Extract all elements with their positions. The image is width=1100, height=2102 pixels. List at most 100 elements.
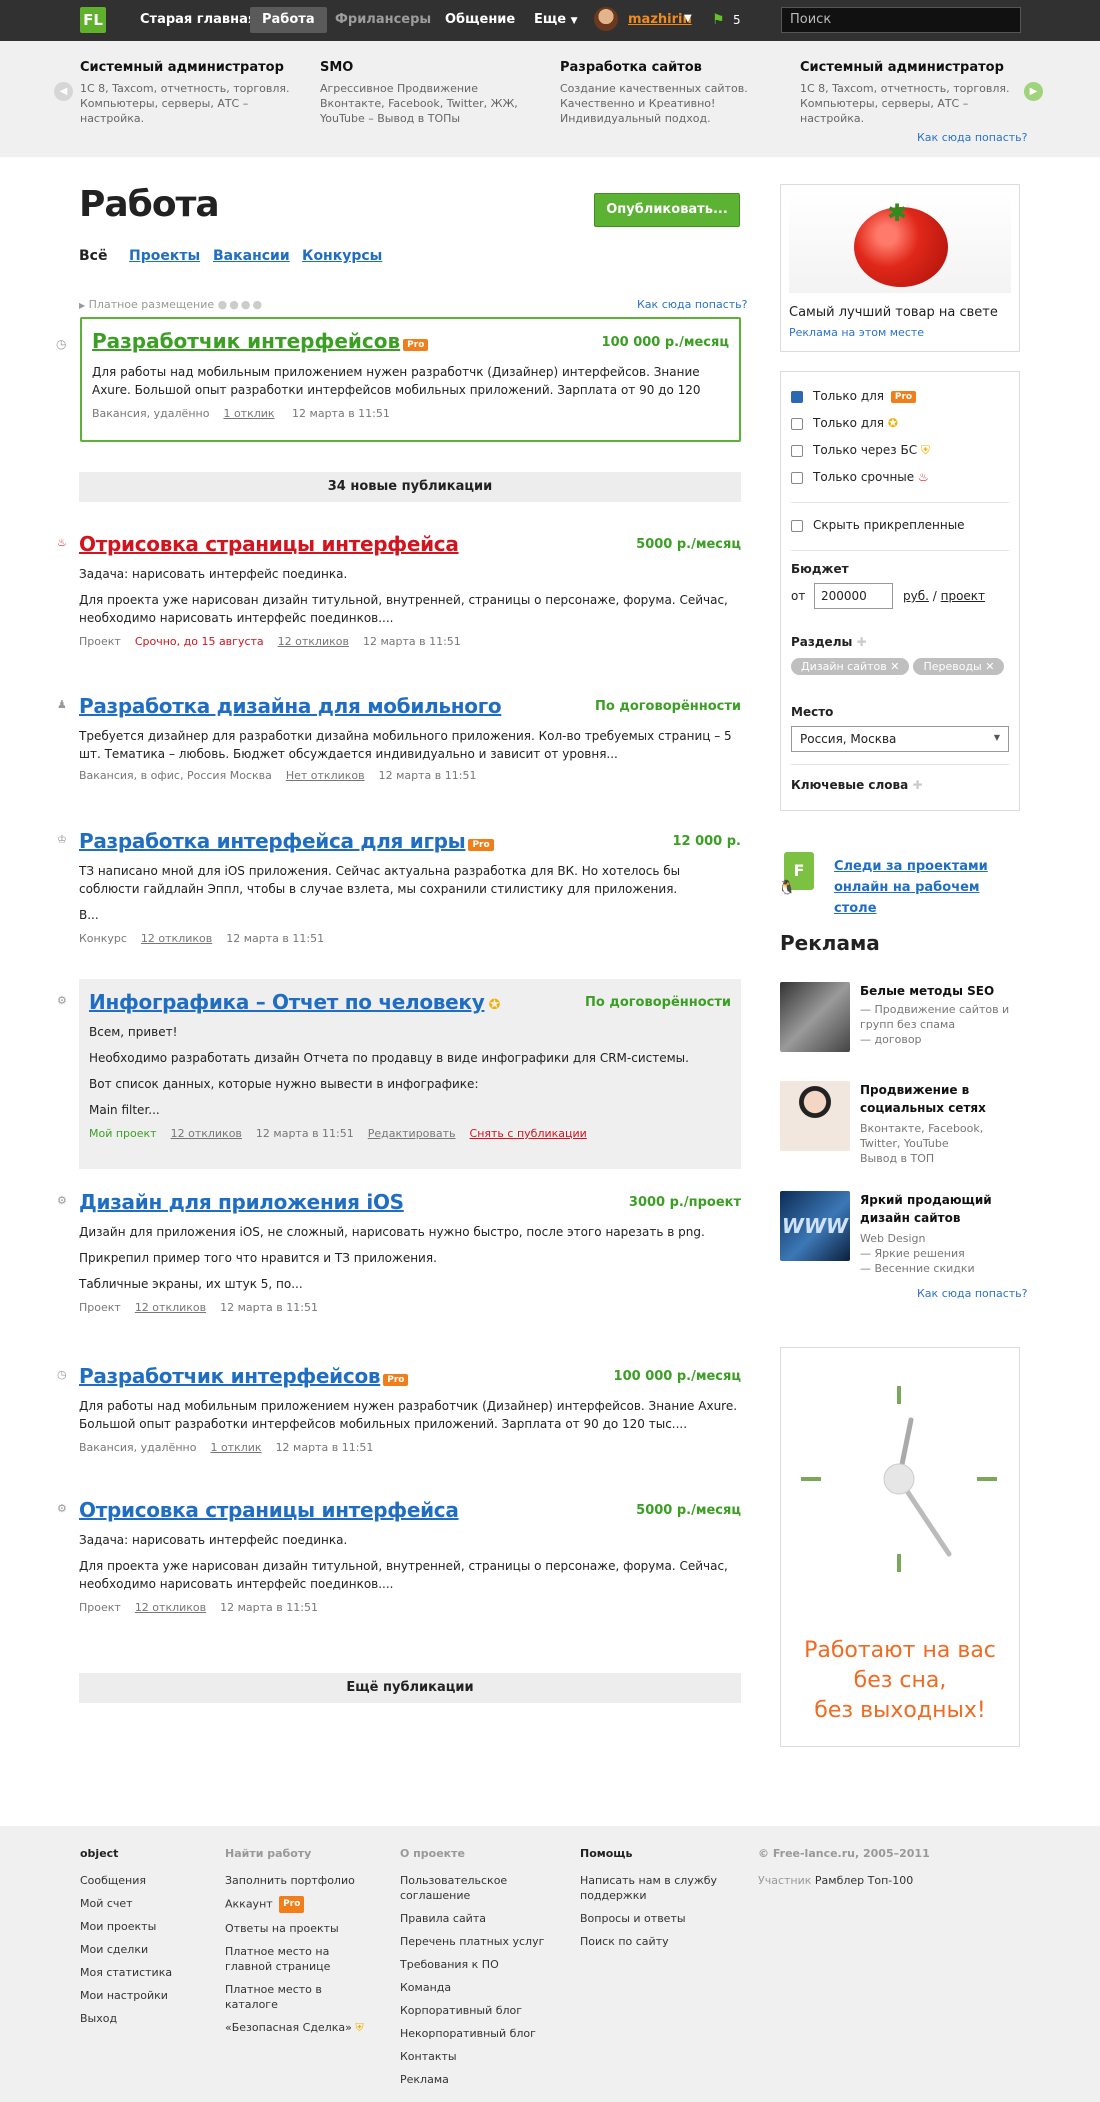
- ads-how-link[interactable]: Как сюда попасть?: [917, 1287, 1027, 1300]
- flag-icon[interactable]: ⚑: [712, 12, 725, 28]
- footer-link[interactable]: Пользовательское соглашение: [400, 1873, 560, 1903]
- job-date: 12 марта в 11:51: [275, 1441, 374, 1454]
- responses-link[interactable]: 1 отклик: [210, 1441, 261, 1454]
- footer-link[interactable]: Мои настройки: [80, 1988, 210, 2003]
- arrow-right-icon[interactable]: ▶: [1024, 82, 1043, 101]
- plus-icon[interactable]: ✚: [912, 778, 922, 792]
- footer-link[interactable]: Вопросы и ответы: [580, 1911, 730, 1926]
- filter-hide-pinned[interactable]: Скрыть прикрепленные: [791, 518, 965, 532]
- responses-link[interactable]: 12 откликов: [171, 1127, 242, 1140]
- footer-link[interactable]: Написать нам в службу поддержки: [580, 1873, 730, 1903]
- responses-link[interactable]: 12 откликов: [278, 635, 349, 648]
- section-tag[interactable]: Дизайн сайтов ✕: [791, 658, 910, 675]
- footer-link[interactable]: Правила сайта: [400, 1911, 560, 1926]
- footer-link[interactable]: Мой счет: [80, 1896, 210, 1911]
- unpublish-link[interactable]: Снять с публикации: [470, 1127, 587, 1140]
- job-title[interactable]: Отрисовка страницы интерфейса: [79, 1498, 459, 1522]
- footer-link[interactable]: Моя статистика: [80, 1965, 210, 1980]
- currency-select[interactable]: руб.: [903, 589, 929, 603]
- promo-card[interactable]: SMO Агрессивное Продвижение Вконтакте, Fa…: [320, 60, 540, 126]
- job-title[interactable]: Разработчик интерфейсов: [79, 1364, 381, 1388]
- nav-work[interactable]: Работа: [250, 7, 327, 33]
- checkbox[interactable]: [791, 519, 803, 532]
- footer-link[interactable]: Мои проекты: [80, 1919, 210, 1934]
- search-input[interactable]: Поиск: [781, 7, 1021, 33]
- checkbox[interactable]: [791, 390, 803, 403]
- footer-link[interactable]: Некорпоративный блог: [400, 2026, 560, 2041]
- desktop-app-link[interactable]: Следи за проектами онлайн на рабочем сто…: [834, 856, 1024, 919]
- footer-link[interactable]: Реклама: [400, 2072, 560, 2087]
- paid-how-link[interactable]: Как сюда попасть?: [637, 298, 747, 311]
- footer-link[interactable]: Аккаунт Pro: [225, 1896, 375, 1913]
- place-select[interactable]: Россия, Москва ▼: [791, 726, 1009, 752]
- publish-button[interactable]: Опубликовать...: [594, 193, 740, 227]
- footer-link[interactable]: Поиск по сайту: [580, 1934, 730, 1949]
- chevron-down-icon[interactable]: ▼: [684, 13, 692, 24]
- desktop-app-icon[interactable]: F 🐧: [778, 852, 816, 896]
- job-title[interactable]: Дизайн для приложения iOS: [79, 1190, 404, 1214]
- footer-link[interactable]: Сообщения: [80, 1873, 210, 1888]
- nav-community[interactable]: Общение: [433, 7, 527, 33]
- promo-card[interactable]: Системный администратор 1С 8, Taxcom, отч…: [800, 60, 1020, 126]
- plus-icon[interactable]: ✚: [857, 635, 867, 649]
- responses-link[interactable]: Нет откликов: [286, 769, 365, 782]
- user-link[interactable]: mazhirin: [628, 12, 692, 27]
- footer-link[interactable]: Выход: [80, 2011, 210, 2026]
- filter-pro[interactable]: Только для Pro: [791, 389, 917, 403]
- nav-freelancers[interactable]: Фрилансеры: [323, 7, 443, 33]
- tab-projects[interactable]: Проекты: [129, 248, 200, 264]
- footer-link[interactable]: Перечень платных услуг: [400, 1934, 560, 1949]
- new-publications-bar[interactable]: 34 новые публикации: [79, 472, 741, 502]
- checkbox[interactable]: [791, 444, 803, 457]
- featured-job[interactable]: Разработчик интерфейсов Pro 100 000 р./ме…: [80, 317, 741, 442]
- checkbox[interactable]: [791, 417, 803, 430]
- job-title[interactable]: Разработка интерфейса для игры: [79, 829, 466, 853]
- filter-urgent[interactable]: Только срочные ♨: [791, 470, 929, 484]
- checkbox[interactable]: [791, 471, 803, 484]
- responses-link[interactable]: 1 отклик: [223, 407, 274, 420]
- edit-link[interactable]: Редактировать: [368, 1127, 456, 1140]
- budget-input[interactable]: 200000: [814, 583, 893, 609]
- job-title[interactable]: Разработка дизайна для мобильного: [79, 694, 502, 718]
- promo-card[interactable]: Разработка сайтов Создание качественных с…: [560, 60, 780, 126]
- footer-link[interactable]: Ответы на проекты: [225, 1921, 375, 1936]
- footer-link[interactable]: Требования к ПО: [400, 1957, 560, 1972]
- responses-link[interactable]: 12 откликов: [141, 932, 212, 945]
- footer-link[interactable]: Заполнить портфолио: [225, 1873, 375, 1888]
- section-tag[interactable]: Переводы ✕: [913, 658, 1005, 675]
- tab-all[interactable]: Всё: [79, 248, 107, 264]
- more-publications-button[interactable]: Ещё публикации: [79, 1673, 741, 1703]
- tab-vacancies[interactable]: Вакансии: [213, 248, 290, 264]
- arrow-left-icon[interactable]: ◀: [54, 82, 73, 101]
- filter-safe-deal[interactable]: Только через БС ⛨: [791, 443, 930, 458]
- clock-ad[interactable]: Работают на вас без сна, без выходных!: [780, 1347, 1020, 1747]
- ad-place-link[interactable]: Реклама на этом месте: [789, 326, 1011, 339]
- nav-old-home[interactable]: Старая главная: [128, 7, 268, 33]
- footer-link[interactable]: Корпоративный блог: [400, 2003, 560, 2018]
- promo-how-link[interactable]: Как сюда попасть?: [917, 131, 1027, 144]
- responses-link[interactable]: 12 откликов: [135, 1601, 206, 1614]
- footer-link[interactable]: «Безопасная Сделка» ⛨: [225, 2020, 375, 2035]
- footer-link[interactable]: Платное место в каталоге: [225, 1982, 375, 2012]
- pager-dots[interactable]: ●●●●: [218, 298, 264, 311]
- ad-item[interactable]: WWW Яркий продающий дизайн сайтов Web De…: [780, 1191, 1020, 1281]
- ad-item[interactable]: Белые методы SEO — Продвижение сайтов и …: [780, 982, 1020, 1054]
- unit-select[interactable]: проект: [941, 589, 985, 603]
- footer-link[interactable]: Контакты: [400, 2049, 560, 2064]
- nav-more[interactable]: Еще ▼: [522, 7, 590, 33]
- featured-title[interactable]: Разработчик интерфейсов: [92, 329, 400, 353]
- product-ad[interactable]: ✱ Самый лучший товар на свете Реклама на…: [780, 184, 1020, 352]
- promo-card[interactable]: Системный администратор 1С 8, Taxcom, отч…: [80, 60, 300, 126]
- responses-link[interactable]: 12 откликов: [135, 1301, 206, 1314]
- tab-contests[interactable]: Конкурсы: [302, 248, 382, 264]
- filter-verified[interactable]: Только для ✪: [791, 416, 898, 430]
- job-title[interactable]: Отрисовка страницы интерфейса: [79, 532, 459, 556]
- member-link[interactable]: Рамблер Топ-100: [815, 1874, 913, 1887]
- logo[interactable]: FL: [80, 7, 106, 33]
- footer-link[interactable]: Мои сделки: [80, 1942, 210, 1957]
- ad-item[interactable]: Продвижение в социальных сетях Вконтакте…: [780, 1081, 1020, 1165]
- avatar[interactable]: [594, 7, 618, 31]
- footer-link[interactable]: Команда: [400, 1980, 560, 1995]
- footer-link[interactable]: Платное место на главной странице: [225, 1944, 375, 1974]
- job-title[interactable]: Инфографика – Отчет по человеку: [89, 990, 485, 1014]
